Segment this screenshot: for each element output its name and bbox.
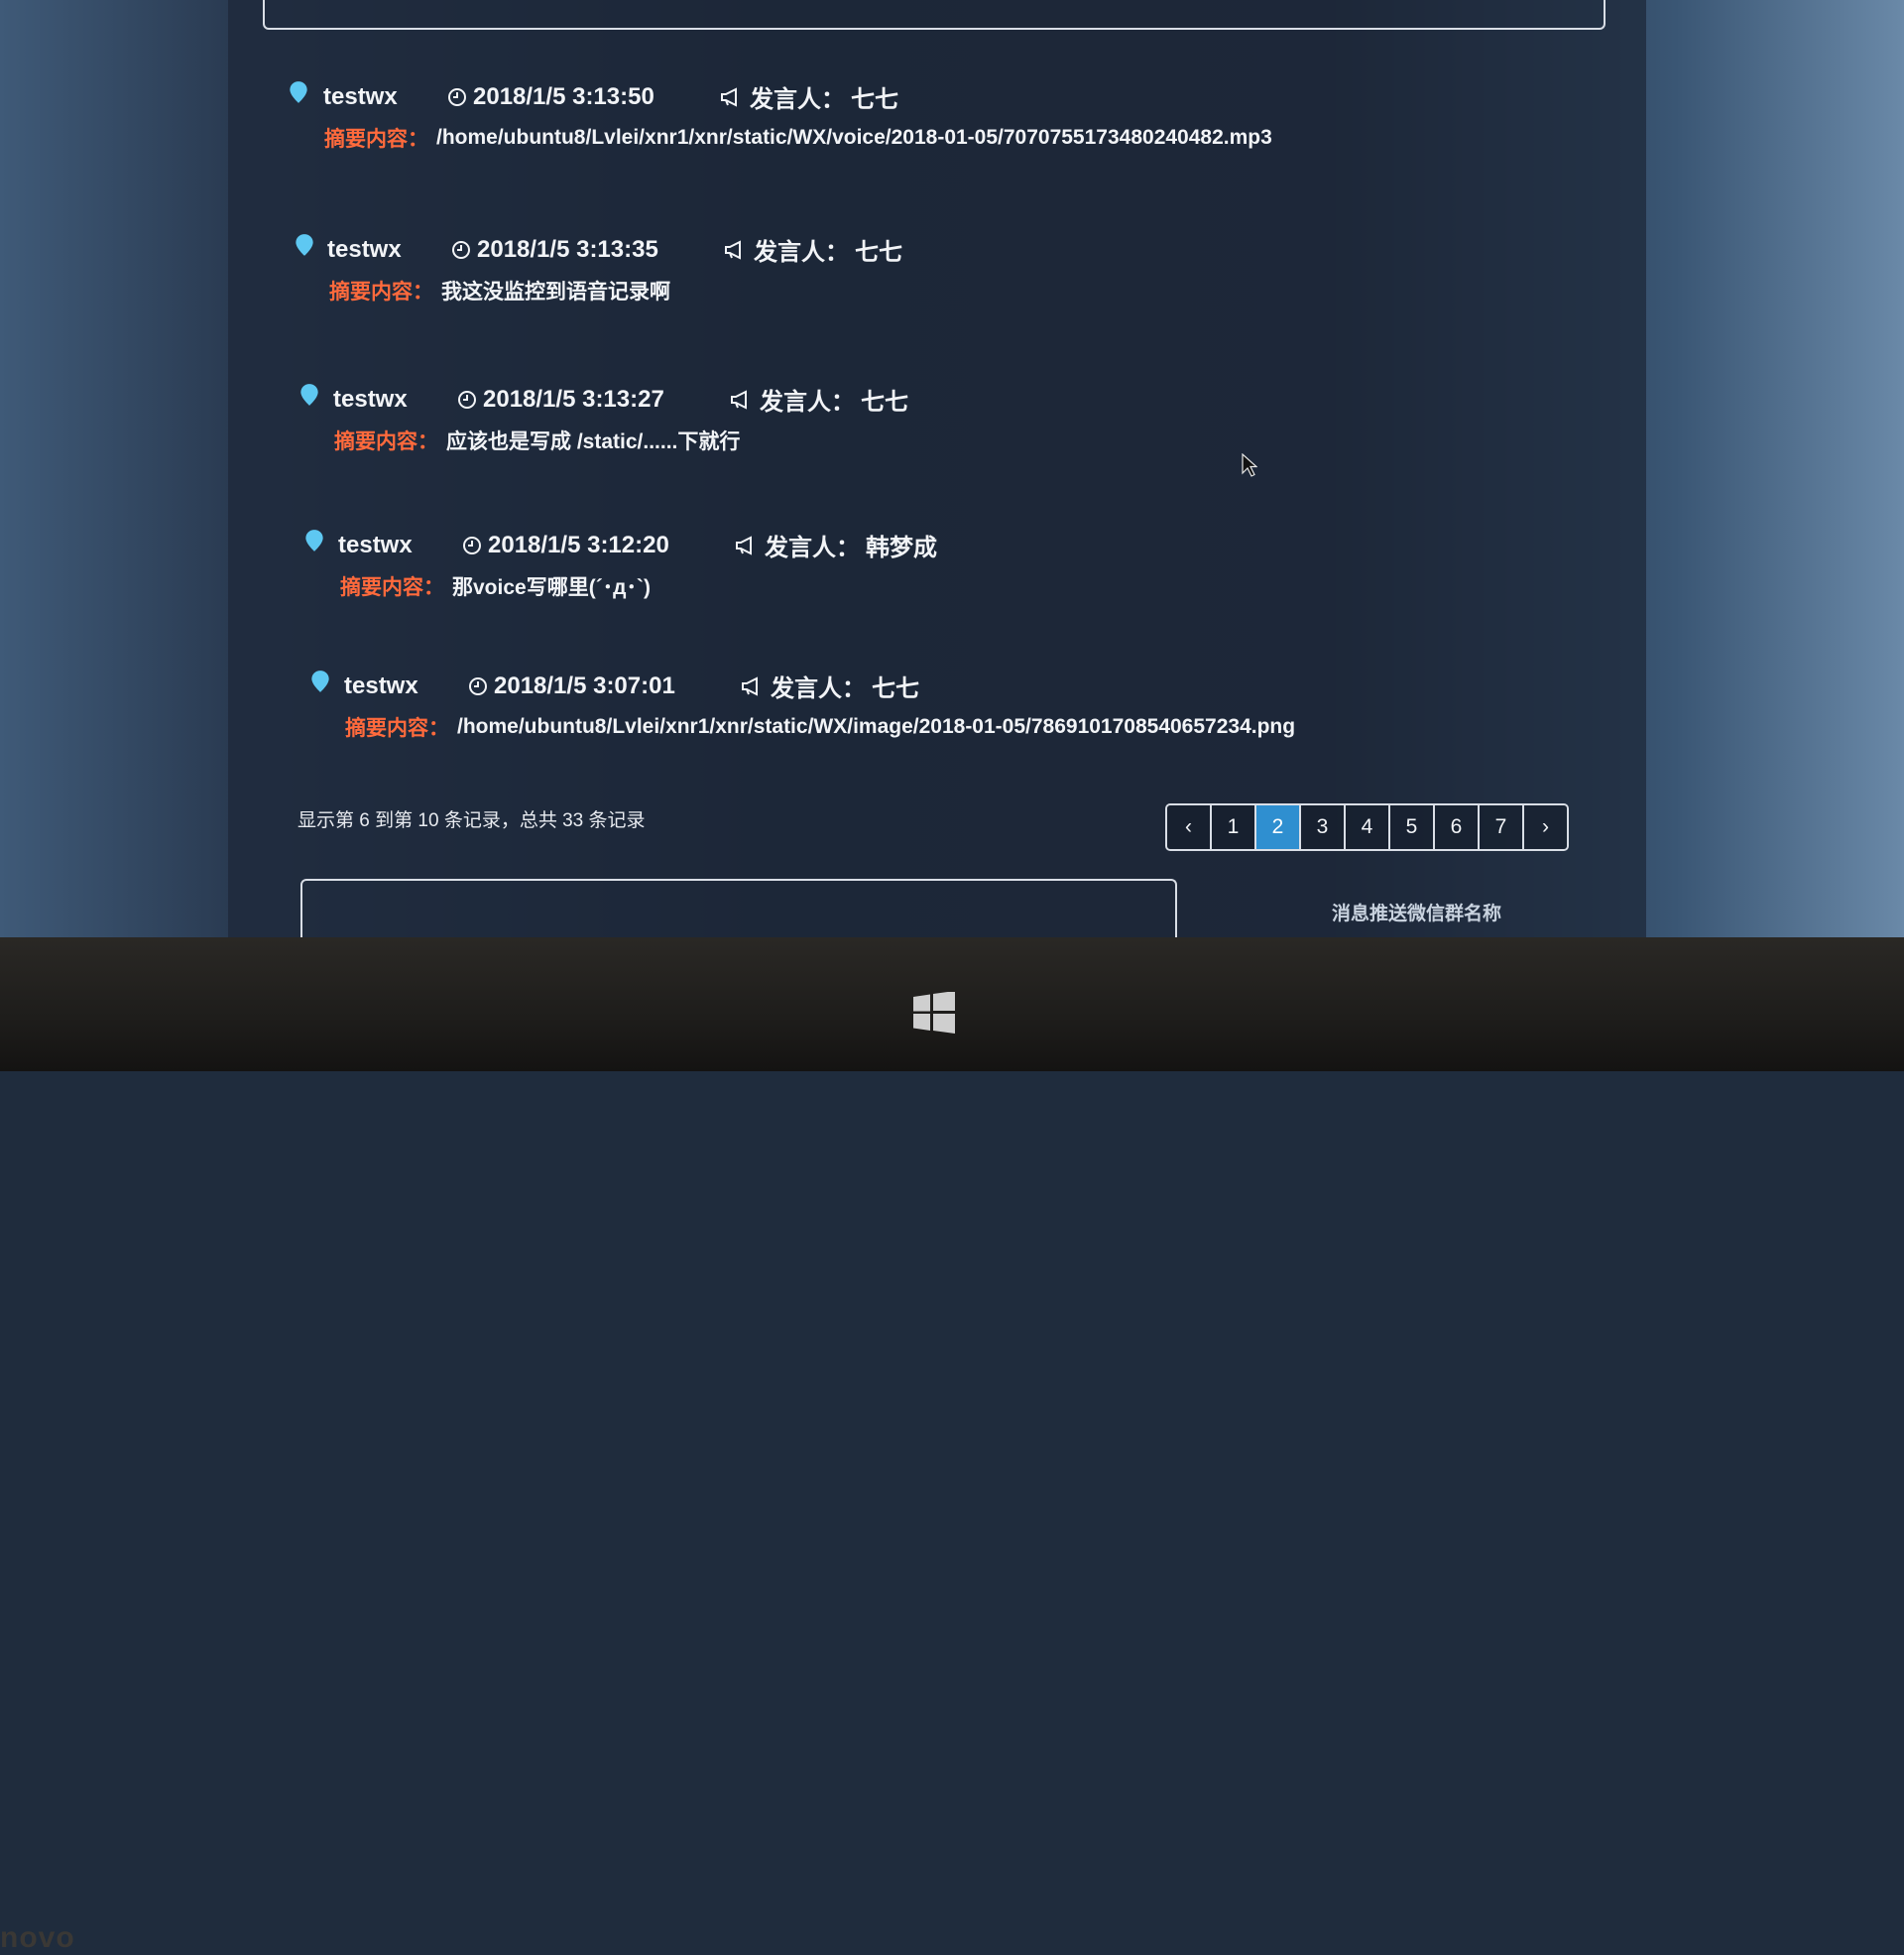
next-page-button[interactable]: › [1524, 805, 1567, 849]
sender-label: 发言人： [754, 239, 849, 266]
summary-text: 那voice写哪里(´･д･`) [452, 576, 652, 599]
summary-label: 摘要内容： [329, 281, 433, 304]
summary-label: 摘要内容： [345, 717, 449, 740]
brand-logo: novo [0, 1921, 75, 1954]
mouse-cursor-icon [1242, 453, 1257, 477]
page-button[interactable]: 7 [1480, 805, 1524, 849]
message-time: 2018/1/5 3:13:50 [473, 82, 654, 110]
location-pin-icon [305, 530, 323, 551]
sender-name: 七七 [851, 86, 898, 113]
clock-icon [469, 676, 487, 695]
summary-label: 摘要内容： [340, 576, 444, 599]
group-name: testwx [338, 531, 413, 558]
sender-name: 七七 [872, 675, 919, 702]
message-item: testwx 2018/1/5 3:13:35 发言人： 七七 摘要内容： 我这没… [0, 232, 1904, 331]
message-item: testwx 2018/1/5 3:12:20 发言人： 韩梦成 摘要内容： 那v… [0, 528, 1904, 627]
clock-icon [448, 87, 466, 106]
sender-label: 发言人： [771, 675, 866, 702]
summary-text: /home/ubuntu8/Lvlei/xnr1/xnr/static/WX/v… [436, 126, 1272, 149]
sender-label: 发言人： [750, 86, 845, 113]
clock-icon [463, 536, 481, 554]
message-time: 2018/1/5 3:07:01 [494, 672, 675, 699]
summary-text: /home/ubuntu8/Lvlei/xnr1/xnr/static/WX/i… [457, 715, 1296, 738]
location-pin-icon [311, 671, 329, 692]
location-pin-icon [290, 81, 307, 103]
sender-label: 发言人： [760, 389, 855, 416]
page-button[interactable]: 5 [1390, 805, 1435, 849]
page-button[interactable]: 4 [1346, 805, 1390, 849]
sender-name: 七七 [861, 389, 908, 416]
group-name: testwx [323, 82, 398, 110]
page-button-active[interactable]: 2 [1256, 805, 1301, 849]
summary-label: 摘要内容： [334, 430, 438, 453]
pagination: ‹ 1 2 3 4 5 6 7 › [1165, 803, 1569, 851]
windows-logo-icon[interactable] [913, 992, 955, 1034]
page-button[interactable]: 6 [1435, 805, 1480, 849]
group-name: testwx [327, 235, 402, 263]
message-item: testwx 2018/1/5 3:13:27 发言人： 七七 摘要内容： 应该也… [0, 382, 1904, 481]
push-group-label: 消息推送微信群名称 [1332, 904, 1502, 924]
location-pin-icon [296, 234, 313, 256]
clock-icon [458, 390, 476, 409]
megaphone-icon [736, 535, 752, 555]
sender-name: 韩梦成 [866, 535, 937, 561]
top-container-box [263, 0, 1606, 30]
group-name: testwx [344, 672, 418, 699]
megaphone-icon [725, 239, 741, 260]
sender-label: 发言人： [765, 535, 860, 561]
clock-icon [452, 240, 470, 259]
page-button[interactable]: 1 [1212, 805, 1256, 849]
sender-name: 七七 [855, 239, 902, 266]
message-item: testwx 2018/1/5 3:13:50 发言人： 七七 摘要内容： /ho… [0, 79, 1904, 179]
page-button[interactable]: 3 [1301, 805, 1346, 849]
message-time: 2018/1/5 3:12:20 [488, 531, 669, 558]
bottom-input-box[interactable] [300, 879, 1177, 937]
summary-text: 我这没监控到语音记录啊 [441, 281, 670, 304]
summary-text: 应该也是写成 /static/......下就行 [446, 430, 741, 453]
message-item: testwx 2018/1/5 3:07:01 发言人： 七七 摘要内容： /ho… [0, 669, 1904, 768]
location-pin-icon [300, 384, 318, 406]
records-summary: 显示第 6 到第 10 条记录，总共 33 条记录 [298, 810, 646, 831]
megaphone-icon [731, 389, 747, 410]
megaphone-icon [721, 86, 737, 107]
message-time: 2018/1/5 3:13:27 [483, 385, 664, 413]
screen: testwx 2018/1/5 3:13:50 发言人： 七七 摘要内容： /ho… [0, 0, 1904, 937]
prev-page-button[interactable]: ‹ [1167, 805, 1212, 849]
megaphone-icon [742, 675, 758, 696]
summary-label: 摘要内容： [324, 128, 428, 151]
group-name: testwx [333, 385, 408, 413]
message-time: 2018/1/5 3:13:35 [477, 235, 658, 263]
